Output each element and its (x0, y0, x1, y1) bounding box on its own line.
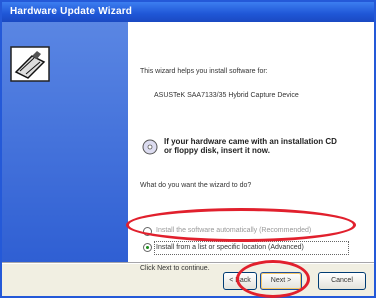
cd-hint-line1: If your hardware came with an installati… (164, 137, 337, 146)
footer-hint: Click Next to continue. (140, 265, 210, 272)
wizard-side-panel (2, 22, 128, 262)
hardware-wizard-icon (10, 46, 50, 82)
wizard-question: What do you want the wizard to do? (140, 182, 252, 189)
cd-hint: If your hardware came with an installati… (164, 137, 337, 155)
cancel-button[interactable]: Cancel (318, 272, 366, 290)
highlight-circle-option (126, 208, 356, 242)
highlight-circle-next (236, 260, 310, 298)
window-title: Hardware Update Wizard (10, 6, 133, 17)
intro-text: This wizard helps you install software f… (140, 68, 268, 75)
cd-icon (142, 139, 158, 155)
cd-hint-line2: or floppy disk, insert it now. (164, 146, 270, 155)
button-separator (2, 262, 374, 264)
radio-install-from-list[interactable] (143, 243, 152, 252)
hardware-update-wizard-window: Hardware Update Wizard This wizard helps… (0, 0, 376, 298)
option-install-from-list[interactable]: Install from a list or specific location… (156, 244, 304, 251)
title-bar[interactable]: Hardware Update Wizard (2, 2, 374, 22)
device-name: ASUSTeK SAA7133/35 Hybrid Capture Device (154, 92, 299, 99)
